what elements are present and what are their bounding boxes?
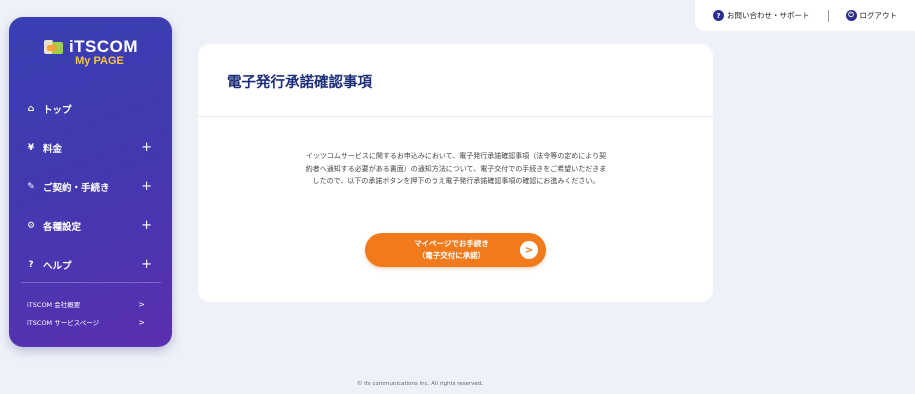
main-card: 電子発行承諾確認事項 イッツコムサービスに関するお申込みにおいて、電子発行承諾確… [198, 44, 713, 302]
plus-icon[interactable]: + [141, 257, 152, 272]
yen-icon: ¥ [27, 142, 35, 153]
gear-icon: ⚙ [26, 220, 36, 231]
topbar-separator [827, 9, 829, 22]
page-title: 電子発行承諾確認事項 [227, 75, 372, 91]
home-icon: ⌂ [27, 103, 35, 114]
sidebar-sublinks: iTSCOM 会社概要 > iTSCOM サービスページ > [9, 295, 172, 331]
sidebar-nav: ⌂ トップ ¥ 料金 + ✎ ご契約・手続き + ⚙ 各種設定 + ? ヘルプ … [9, 89, 172, 284]
sidebar-item-label: 各種設定 [43, 221, 82, 233]
sidebar-item-settings[interactable]: ⚙ 各種設定 + [9, 206, 172, 245]
brand-mark-icon [43, 39, 65, 55]
sidebar-item-help[interactable]: ? ヘルプ + [9, 245, 172, 284]
description-line: したので、以下の承諾ボタンを押下のうえ電子発行承諾確認事項の確認にお進みください… [312, 177, 600, 185]
logo-subtitle: My PAGE [75, 55, 124, 67]
consent-button-label: マイページでお手続き （電子交付に承諾） [414, 238, 489, 262]
consent-button-line2: （電子交付に承諾） [417, 251, 486, 260]
title-divider [198, 116, 713, 117]
pencil-icon: ✎ [27, 181, 35, 192]
question-icon: ? [28, 259, 34, 270]
contact-support-label: お問い合わせ・サポート [727, 11, 810, 20]
company-info-link[interactable]: iTSCOM 会社概要 > [9, 295, 172, 313]
sidebar-item-fees[interactable]: ¥ 料金 + [9, 128, 172, 167]
plus-icon[interactable]: + [141, 179, 152, 194]
chevron-right-icon: > [138, 299, 145, 309]
sublink-label: iTSCOM 会社概要 [27, 301, 81, 309]
help-circle-icon: ? [713, 10, 724, 21]
top-utility-bar: ? お問い合わせ・サポート ⏻ ログアウト [695, 0, 915, 31]
sidebar-item-label: トップ [43, 104, 72, 116]
logout-link[interactable]: ⏻ ログアウト [845, 10, 898, 21]
chevron-right-icon: > [138, 317, 145, 327]
sidebar-divider [21, 282, 161, 283]
logout-label: ログアウト [859, 11, 898, 20]
sublink-label: iTSCOM サービスページ [27, 319, 100, 327]
description-line: 約者へ通知する必要がある書面）の通知方法について、電子交付での手続きをご希望いた… [305, 164, 607, 173]
consent-button[interactable]: マイページでお手続き （電子交付に承諾） > [365, 233, 546, 267]
logout-icon: ⏻ [845, 10, 857, 21]
description-line: イッツコムサービスに関するお申込みにおいて、電子発行承諾確認事項（法令等の定めに… [305, 152, 607, 160]
chevron-right-icon: > [520, 241, 538, 259]
sidebar-item-label: 料金 [43, 143, 63, 155]
sidebar-item-label: ヘルプ [43, 260, 72, 272]
plus-icon[interactable]: + [141, 140, 152, 155]
consent-button-line1: マイページでお手続き [414, 239, 489, 248]
logo[interactable]: iTSCOM My PAGE [9, 37, 172, 67]
sidebar-item-label: ご契約・手続き [43, 182, 110, 194]
service-page-link[interactable]: iTSCOM サービスページ > [9, 313, 172, 331]
sidebar-item-top[interactable]: ⌂ トップ [9, 89, 172, 128]
copyright-footer: © its communications Inc. All rights res… [356, 381, 484, 387]
contact-support-link[interactable]: ? お問い合わせ・サポート [713, 10, 810, 21]
sidebar-item-contract[interactable]: ✎ ご契約・手続き + [9, 167, 172, 206]
sidebar: iTSCOM My PAGE ⌂ トップ ¥ 料金 + ✎ ご契約・手続き + … [9, 17, 172, 347]
description-text: イッツコムサービスに関するお申込みにおいて、電子発行承諾確認事項（法令等の定めに… [281, 150, 631, 188]
logo-brand: iTSCOM [68, 37, 139, 56]
plus-icon[interactable]: + [141, 218, 152, 233]
